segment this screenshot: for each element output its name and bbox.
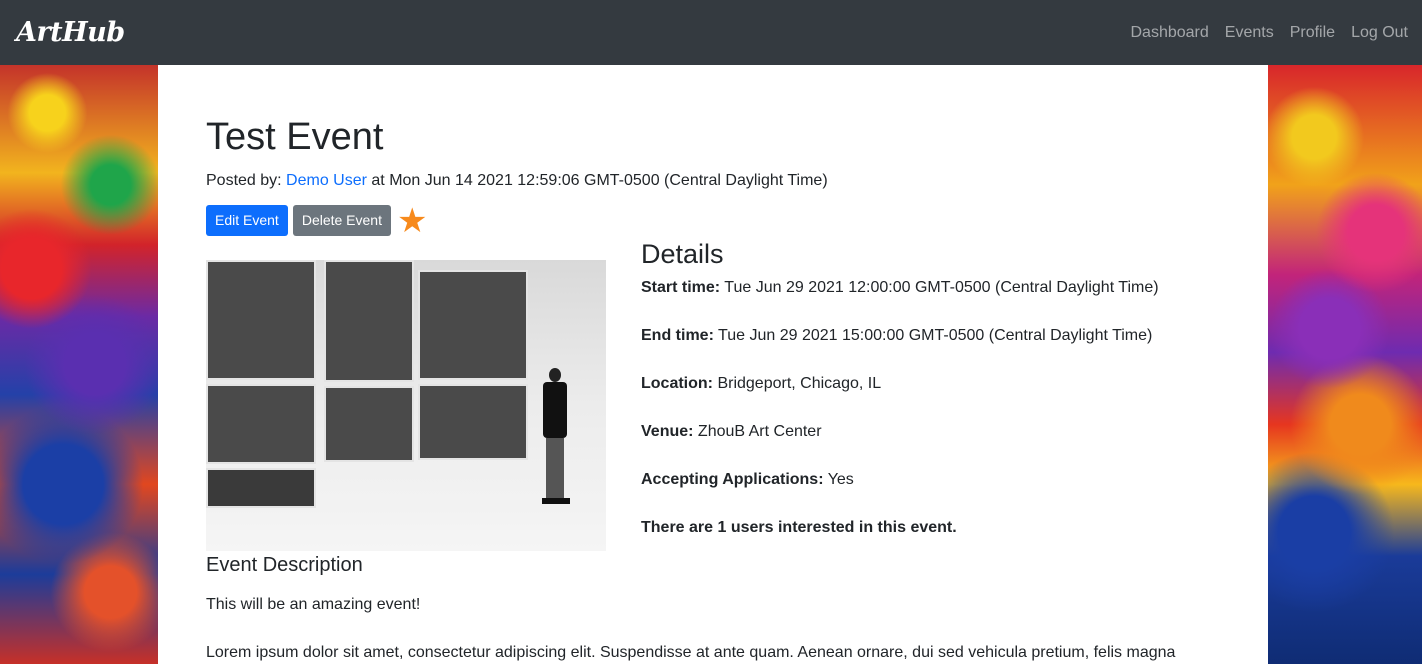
detail-start-time: Start time: Tue Jun 29 2021 12:00:00 GMT… [641, 276, 1220, 300]
interest-text: There are 1 users interested in this eve… [641, 519, 957, 536]
event-title: Test Event [206, 116, 384, 158]
venue-value: ZhouB Art Center [693, 423, 822, 440]
edit-event-button[interactable]: Edit Event [206, 205, 288, 236]
nav-link-logout[interactable]: Log Out [1351, 24, 1408, 42]
detail-interest: There are 1 users interested in this eve… [641, 516, 1220, 540]
background-painting-right [1268, 65, 1422, 664]
accepting-value: Yes [823, 471, 854, 488]
left-column: Event Description [206, 236, 641, 577]
nav-link-events[interactable]: Events [1225, 24, 1274, 42]
description-text: This will be an amazing event! [206, 596, 421, 613]
nav-links: Dashboard Events Profile Log Out [1131, 24, 1409, 42]
accepting-label: Accepting Applications: [641, 471, 824, 488]
delete-event-button[interactable]: Delete Event [292, 205, 391, 236]
location-value: Bridgeport, Chicago, IL [713, 375, 882, 392]
start-value: Tue Jun 29 2021 12:00:00 GMT-0500 (Centr… [720, 279, 1159, 296]
brand-logo[interactable]: ArtHub [16, 17, 125, 48]
details-column: Details Start time: Tue Jun 29 2021 12:0… [641, 232, 1220, 577]
end-value: Tue Jun 29 2021 15:00:00 GMT-0500 (Centr… [713, 327, 1153, 344]
event-content: Test Event Posted by: Demo User at Mon J… [158, 65, 1268, 664]
visitor-figure [540, 368, 570, 508]
venue-label: Venue: [641, 423, 694, 440]
details-heading: Details [641, 239, 724, 269]
nav-link-profile[interactable]: Profile [1290, 24, 1335, 42]
start-label: Start time: [641, 279, 721, 296]
description-lorem: Lorem ipsum dolor sit amet, consectetur … [206, 644, 1176, 661]
event-photo [206, 260, 606, 551]
posted-prefix: Posted by: [206, 172, 287, 189]
nav-link-dashboard[interactable]: Dashboard [1131, 24, 1209, 42]
posted-timestamp: at Mon Jun 14 2021 12:59:06 GMT-0500 (Ce… [366, 172, 828, 189]
author-link[interactable]: Demo User [286, 172, 367, 189]
posted-by: Posted by: Demo User at Mon Jun 14 2021 … [206, 171, 1220, 191]
end-label: End time: [641, 327, 714, 344]
event-body: Event Description Details Start time: Tu… [206, 236, 1220, 577]
detail-location: Location: Bridgeport, Chicago, IL [641, 372, 1220, 396]
description-heading: Event Description [206, 554, 363, 576]
detail-end-time: End time: Tue Jun 29 2021 15:00:00 GMT-0… [641, 324, 1220, 348]
detail-venue: Venue: ZhouB Art Center [641, 420, 1220, 444]
detail-accepting: Accepting Applications: Yes [641, 468, 1220, 492]
star-icon[interactable]: ★ [397, 204, 427, 238]
background-painting-left [0, 65, 158, 664]
navbar: ArtHub Dashboard Events Profile Log Out [0, 0, 1422, 65]
location-label: Location: [641, 375, 713, 392]
